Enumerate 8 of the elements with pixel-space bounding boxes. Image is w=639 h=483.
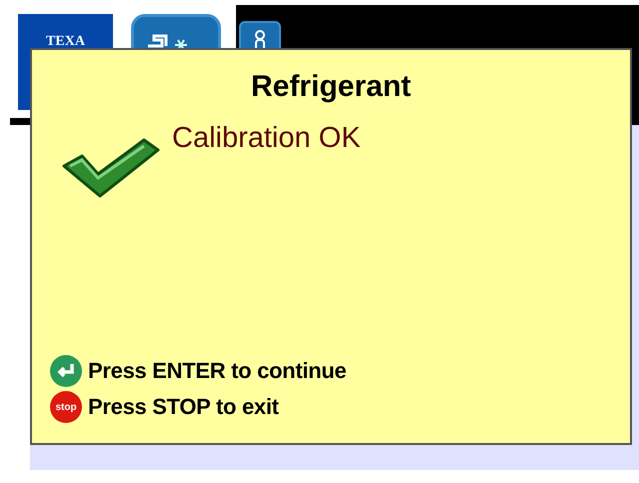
instruction-text: Press STOP to exit (88, 394, 279, 420)
logo-text: TEXA (46, 34, 85, 50)
instruction-text: Press ENTER to continue (88, 358, 346, 384)
stop-key-icon: stop (50, 391, 82, 423)
enter-key-icon (50, 355, 82, 387)
dialog-title: Refrigerant (250, 70, 412, 104)
checkmark-icon (60, 136, 160, 200)
status-message: Calibration OK (172, 122, 361, 155)
